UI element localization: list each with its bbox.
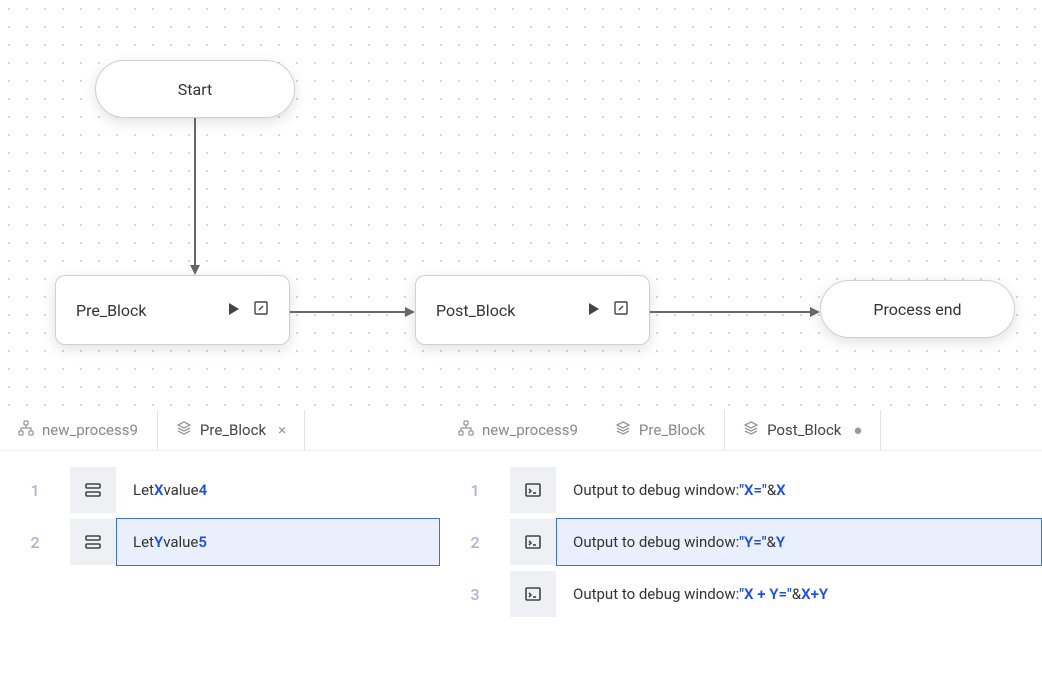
- assign-icon: [70, 519, 116, 565]
- code-row[interactable]: 2 Output to debug window: "Y="& Y: [440, 519, 1042, 565]
- tab-right-0[interactable]: new_process9: [440, 410, 597, 450]
- line-number: 1: [0, 481, 70, 500]
- code-text[interactable]: Let Y value 5: [116, 518, 440, 566]
- line-number: 1: [440, 481, 510, 500]
- play-icon[interactable]: [227, 301, 241, 320]
- node-end[interactable]: Process end: [820, 280, 1015, 338]
- node-pre-block-label: Pre_Block: [76, 301, 147, 320]
- code-text[interactable]: Output to debug window: "X="& X: [556, 466, 1042, 514]
- edit-icon[interactable]: [613, 300, 629, 320]
- node-start[interactable]: Start: [95, 60, 295, 118]
- tabs-left: new_process9 Pre_Block ×: [0, 410, 440, 451]
- edit-icon[interactable]: [253, 300, 269, 320]
- node-post-block-label: Post_Block: [436, 301, 515, 320]
- tree-icon: [18, 420, 34, 440]
- code-row[interactable]: 1 Let X value 4: [0, 467, 440, 513]
- output-icon: [510, 467, 556, 513]
- flow-canvas[interactable]: Start Pre_Block Post_Block Process end: [0, 0, 1042, 410]
- close-icon[interactable]: ●: [853, 421, 862, 439]
- play-icon[interactable]: [587, 301, 601, 320]
- arrow-pre-to-post: [290, 305, 415, 319]
- tab-label: new_process9: [42, 421, 138, 439]
- node-end-label: Process end: [873, 300, 961, 319]
- code-row[interactable]: 1 Output to debug window: "X="& X: [440, 467, 1042, 513]
- code-text[interactable]: Output to debug window: "X + Y="& X+Y: [556, 570, 1042, 618]
- node-post-block[interactable]: Post_Block: [415, 275, 650, 345]
- tab-left-0[interactable]: new_process9: [0, 410, 157, 450]
- line-number: 3: [440, 585, 510, 604]
- panel-post-block: new_process9 Pre_Block Post_Block ● 1 Output…: [440, 410, 1042, 623]
- tab-right-1[interactable]: Pre_Block: [597, 410, 724, 450]
- stack-icon: [176, 420, 192, 440]
- code-row[interactable]: 3 Output to debug window: "X + Y="& X+Y: [440, 571, 1042, 617]
- tab-label: new_process9: [482, 421, 578, 439]
- assign-icon: [70, 467, 116, 513]
- panel-pre-block: new_process9 Pre_Block × 1 Let X value 4 2 Le…: [0, 410, 440, 623]
- output-icon: [510, 519, 556, 565]
- line-number: 2: [0, 533, 70, 552]
- tab-label: Post_Block: [767, 421, 841, 439]
- tab-left-1[interactable]: Pre_Block ×: [157, 410, 305, 450]
- tab-right-2[interactable]: Post_Block ●: [724, 410, 881, 450]
- stack-icon: [743, 420, 759, 440]
- code-row[interactable]: 2 Let Y value 5: [0, 519, 440, 565]
- code-text[interactable]: Output to debug window: "Y="& Y: [556, 518, 1042, 566]
- close-icon[interactable]: ×: [278, 421, 286, 439]
- node-pre-block[interactable]: Pre_Block: [55, 275, 290, 345]
- line-number: 2: [440, 533, 510, 552]
- stack-icon: [615, 420, 631, 440]
- tab-label: Pre_Block: [639, 421, 705, 439]
- arrow-post-to-end: [650, 305, 820, 319]
- tabs-right: new_process9 Pre_Block Post_Block ●: [440, 410, 1042, 451]
- node-start-label: Start: [178, 80, 212, 99]
- tab-label: Pre_Block: [200, 421, 266, 439]
- output-icon: [510, 571, 556, 617]
- tree-icon: [458, 420, 474, 440]
- arrow-start-to-pre: [190, 118, 200, 275]
- code-text[interactable]: Let X value 4: [116, 466, 440, 514]
